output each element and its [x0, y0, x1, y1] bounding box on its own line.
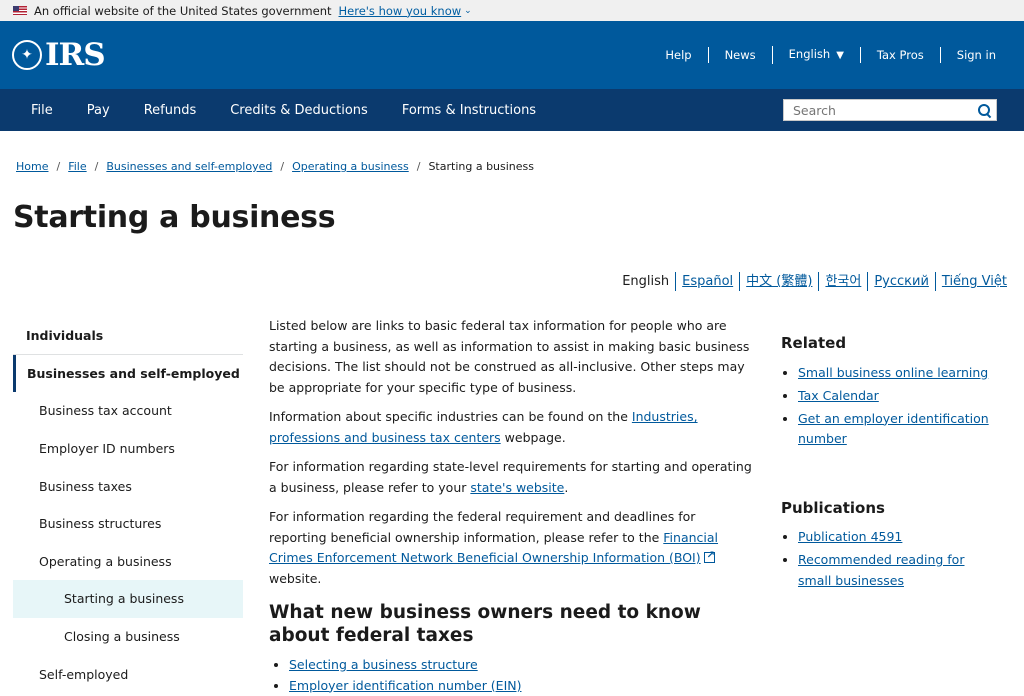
- utility-nav: Help News English ▼ Tax Pros Sign in: [649, 46, 996, 64]
- publications-list: Publication 4591 Recommended reading for…: [781, 527, 1001, 591]
- sidebar-item-businesses[interactable]: Businesses and self-employed: [13, 355, 243, 393]
- business-structure-link[interactable]: Selecting a business structure: [289, 657, 478, 672]
- intro-paragraph: Listed below are links to basic federal …: [269, 316, 754, 398]
- breadcrumb-separator: /: [280, 160, 284, 173]
- util-tax-pros-link[interactable]: Tax Pros: [860, 47, 940, 63]
- related-list: Small business online learning Tax Calen…: [781, 363, 1001, 450]
- sidebar-item-operating[interactable]: Operating a business: [13, 543, 243, 581]
- main-content: Listed below are links to basic federal …: [269, 316, 754, 696]
- page-title: Starting a business: [0, 200, 1024, 235]
- lang-russian[interactable]: Русский: [867, 272, 935, 291]
- search-box: [783, 99, 997, 121]
- tax-calendar-link[interactable]: Tax Calendar: [798, 388, 879, 403]
- related-heading: Related: [781, 333, 1001, 354]
- breadcrumb: Home / File / Businesses and self-employ…: [0, 131, 1024, 173]
- breadcrumb-home[interactable]: Home: [16, 160, 48, 173]
- lang-chinese[interactable]: 中文 (繁體): [739, 272, 818, 291]
- list-item: Get an employer identification number: [798, 409, 1001, 450]
- language-switcher: English Español 中文 (繁體) 한국어 Русский Tiến…: [616, 272, 1007, 291]
- list-item: Tax Calendar: [798, 386, 1001, 407]
- topic-link-list: Selecting a business structure Employer …: [269, 655, 754, 696]
- search-icon[interactable]: [978, 104, 991, 117]
- list-item: Employer identification number (EIN): [289, 676, 754, 696]
- lang-vietnamese[interactable]: Tiếng Việt: [935, 272, 1007, 291]
- industries-paragraph: Information about specific industries ca…: [269, 407, 754, 448]
- irs-logo[interactable]: ✦ IRS: [12, 37, 105, 73]
- paragraph-text: website.: [269, 571, 321, 586]
- irs-logo-text: IRS: [45, 37, 105, 73]
- paragraph-text: webpage.: [501, 430, 566, 445]
- paragraph-text: Information about specific industries ca…: [269, 409, 632, 424]
- sidebar-item-business-structures[interactable]: Business structures: [13, 505, 243, 543]
- sidebar-item-starting[interactable]: Starting a business: [13, 580, 243, 618]
- section-heading: What new business owners need to know ab…: [269, 601, 754, 647]
- chevron-down-icon: ▼: [836, 50, 844, 61]
- search-input[interactable]: [793, 103, 963, 118]
- breadcrumb-separator: /: [56, 160, 60, 173]
- sidebar-item-employer-id[interactable]: Employer ID numbers: [13, 430, 243, 468]
- site-header: ✦ IRS Help News English ▼ Tax Pros Sign i…: [0, 21, 1024, 89]
- breadcrumb-separator: /: [95, 160, 99, 173]
- nav-credits-deductions[interactable]: Credits & Deductions: [230, 103, 368, 118]
- breadcrumb-businesses[interactable]: Businesses and self-employed: [106, 160, 272, 173]
- list-item: Selecting a business structure: [289, 655, 754, 676]
- sidebar-item-individuals[interactable]: Individuals: [13, 317, 243, 355]
- gov-banner-text: An official website of the United States…: [34, 4, 332, 18]
- heres-how-you-know-link[interactable]: Here's how you know: [339, 4, 462, 18]
- breadcrumb-current: Starting a business: [428, 160, 534, 173]
- breadcrumb-separator: /: [417, 160, 421, 173]
- paragraph-text: For information regarding the federal re…: [269, 509, 695, 545]
- boi-paragraph: For information regarding the federal re…: [269, 507, 754, 589]
- lang-korean[interactable]: 한국어: [818, 272, 867, 291]
- publication-4591-link[interactable]: Publication 4591: [798, 529, 902, 544]
- ein-link[interactable]: Employer identification number (EIN): [289, 678, 522, 693]
- small-business-learning-link[interactable]: Small business online learning: [798, 365, 988, 380]
- util-sign-in-link[interactable]: Sign in: [940, 47, 996, 63]
- nav-forms-instructions[interactable]: Forms & Instructions: [402, 103, 536, 118]
- nav-file[interactable]: File: [31, 103, 53, 118]
- sidebar-item-business-taxes[interactable]: Business taxes: [13, 467, 243, 505]
- sidebar-item-business-tax-account[interactable]: Business tax account: [13, 392, 243, 430]
- sidebar-item-self-employed[interactable]: Self-employed: [13, 655, 243, 693]
- sidebar-item-closing[interactable]: Closing a business: [13, 618, 243, 656]
- breadcrumb-operating[interactable]: Operating a business: [292, 160, 409, 173]
- lang-spanish[interactable]: Español: [675, 272, 739, 291]
- util-news-link[interactable]: News: [708, 47, 772, 63]
- sidebar-nav: Individuals Businesses and self-employed…: [13, 317, 243, 693]
- list-item: Small business online learning: [798, 363, 1001, 384]
- publications-heading: Publications: [781, 498, 1001, 519]
- main-nav: File Pay Refunds Credits & Deductions Fo…: [0, 89, 1024, 131]
- gov-banner: An official website of the United States…: [0, 0, 1024, 21]
- list-item: Publication 4591: [798, 527, 1001, 548]
- right-rail: Related Small business online learning T…: [781, 333, 1001, 639]
- recommended-reading-link[interactable]: Recommended reading for small businesses: [798, 552, 964, 588]
- util-help-link[interactable]: Help: [649, 47, 707, 63]
- lang-english: English: [616, 272, 675, 291]
- paragraph-text: .: [564, 480, 568, 495]
- nav-pay[interactable]: Pay: [87, 103, 110, 118]
- irs-eagle-icon: ✦: [12, 40, 42, 70]
- external-link-icon: [704, 552, 715, 563]
- util-language-select[interactable]: English ▼: [772, 46, 860, 64]
- nav-refunds[interactable]: Refunds: [144, 103, 197, 118]
- chevron-down-icon[interactable]: ⌄: [464, 6, 472, 16]
- breadcrumb-file[interactable]: File: [68, 160, 86, 173]
- list-item: Recommended reading for small businesses: [798, 550, 1001, 591]
- state-paragraph: For information regarding state-level re…: [269, 457, 754, 498]
- state-website-link[interactable]: state's website: [470, 480, 564, 495]
- get-ein-link[interactable]: Get an employer identification number: [798, 411, 989, 447]
- language-label: English: [789, 47, 831, 61]
- us-flag-icon: [13, 6, 27, 15]
